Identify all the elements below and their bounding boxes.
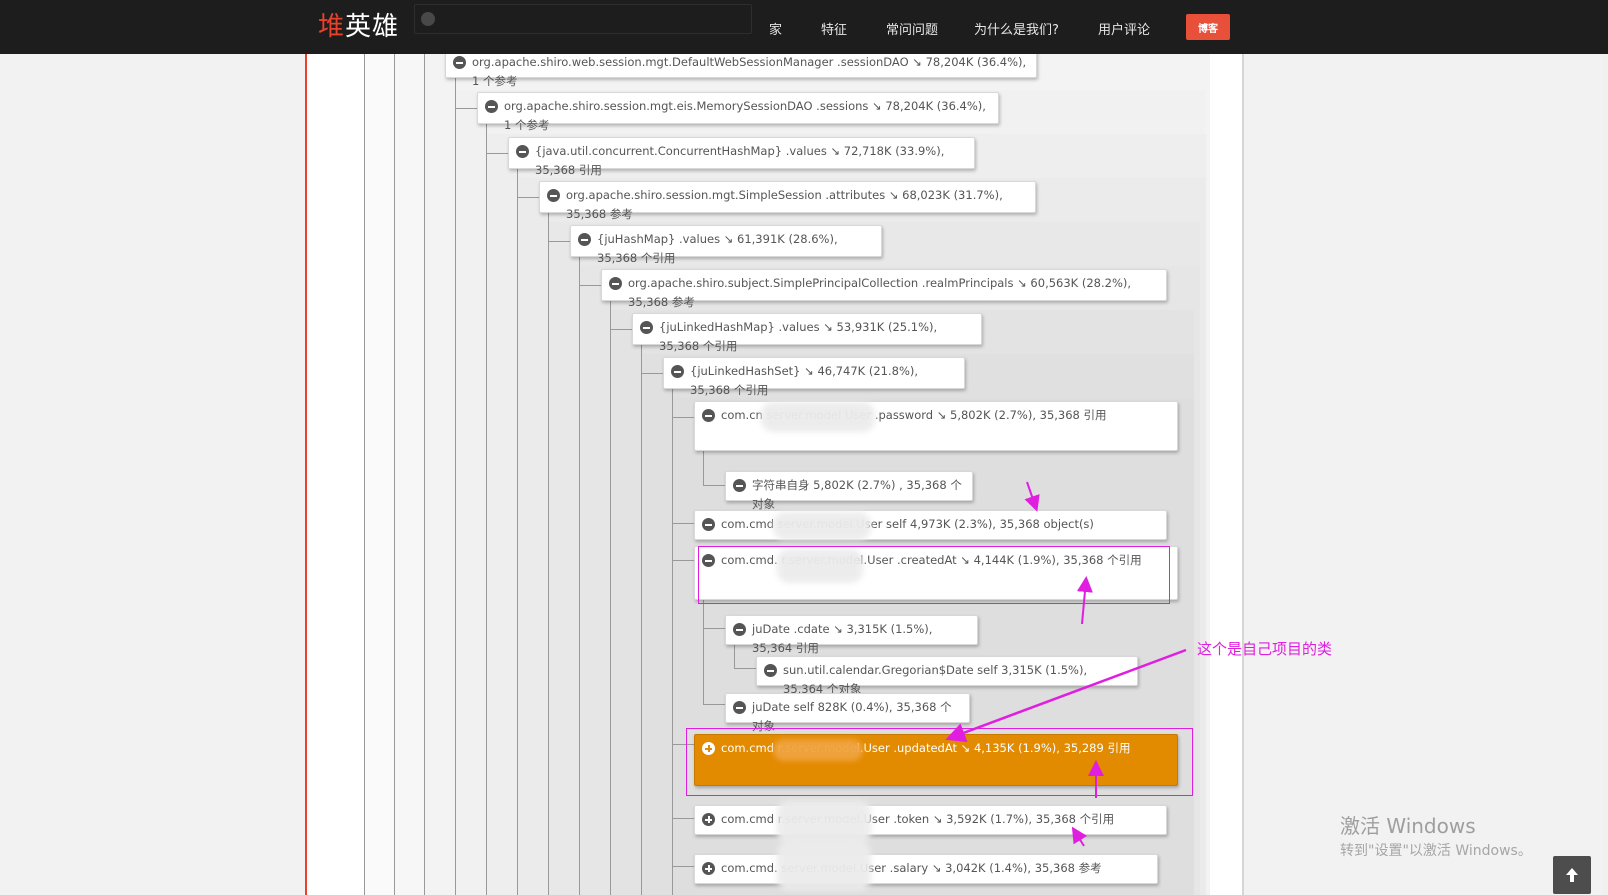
nav-features[interactable]: 特征 [821,19,847,38]
highlight-created-at [698,546,1170,604]
windows-activation-subtitle: 转到"设置"以激活 Windows。 [1340,843,1532,859]
tree-node[interactable]: juDate self 828K (0.4%), 35,368 个对象 [725,693,970,733]
tree-node[interactable]: com.cn server.model.User .password ↘ 5,8… [694,401,1178,451]
minus-circle-icon[interactable] [609,277,622,290]
tree-node[interactable]: com.cmd server.model.User self 4,973K (2… [694,510,1167,540]
annotation-label: 这个是自己项目的类 [1197,640,1333,658]
nav-reviews[interactable]: 用户评论 [1098,19,1150,38]
arrow-up-icon [1566,868,1578,882]
nav-why-us[interactable]: 为什么是我们? [974,19,1059,38]
tree-node[interactable]: {juLinkedHashMap} .values ↘ 53,931K (25.… [632,313,982,353]
minus-circle-icon[interactable] [671,365,684,378]
nav-faq[interactable]: 常问问题 [886,19,938,38]
minus-circle-icon[interactable] [733,479,746,492]
minus-circle-icon[interactable] [733,623,746,636]
blog-button[interactable]: 博客 [1186,14,1230,40]
minus-circle-icon[interactable] [764,664,777,677]
minus-circle-icon[interactable] [733,701,746,714]
minus-circle-icon[interactable] [485,100,498,113]
tree-node[interactable]: {juHashMap} .values ↘ 61,391K (28.6%), 3… [570,225,882,265]
tree-node[interactable]: org.apache.shiro.session.mgt.SimpleSessi… [539,181,1036,221]
tree-node[interactable]: sun.util.calendar.Gregorian$Date self 3,… [756,656,1138,696]
scrollbar[interactable] [1602,0,1608,895]
windows-activation-title: 激活 Windows [1340,814,1476,838]
nav-home[interactable]: 家 [769,19,782,38]
minus-circle-icon[interactable] [702,518,715,531]
tree-node[interactable]: 字符串自身 5,802K (2.7%) , 35,368 个对象 [725,471,973,511]
tree-node[interactable]: {juLinkedHashSet} ↘ 46,747K (21.8%), 35,… [663,357,965,397]
minus-circle-icon[interactable] [547,189,560,202]
minus-circle-icon[interactable] [702,409,715,422]
page-right-border [1242,54,1244,895]
tree-node[interactable]: com.cmd r.server.model.User .token ↘ 3,5… [694,800,1167,844]
ghost-tree-node [414,4,752,34]
minus-circle-icon[interactable] [578,233,591,246]
tree-node[interactable]: org.apache.shiro.subject.SimplePrincipal… [601,269,1167,309]
highlight-updated-at [686,728,1193,796]
minus-circle-icon[interactable] [453,56,466,69]
tree-node[interactable]: {java.util.concurrent.ConcurrentHashMap}… [508,137,975,177]
site-logo[interactable]: 堆英雄 [318,6,399,43]
tree-node[interactable]: juDate .cdate ↘ 3,315K (1.5%), 35,364 引用 [725,615,978,655]
plus-circle-icon[interactable] [702,862,715,875]
page-left-border [305,54,307,895]
back-to-top-button[interactable] [1553,856,1591,894]
top-navbar: 堆英雄 家 特征 常问问题 为什么是我们? 用户评论 博客 [0,0,1608,54]
minus-circle-icon[interactable] [640,321,653,334]
plus-circle-icon[interactable] [702,813,715,826]
minus-circle-icon[interactable] [516,145,529,158]
tree-node[interactable]: org.apache.shiro.session.mgt.eis.MemoryS… [477,92,999,132]
tree-node[interactable]: com.cmd. server.model.User .salary ↘ 3,0… [694,841,1158,891]
